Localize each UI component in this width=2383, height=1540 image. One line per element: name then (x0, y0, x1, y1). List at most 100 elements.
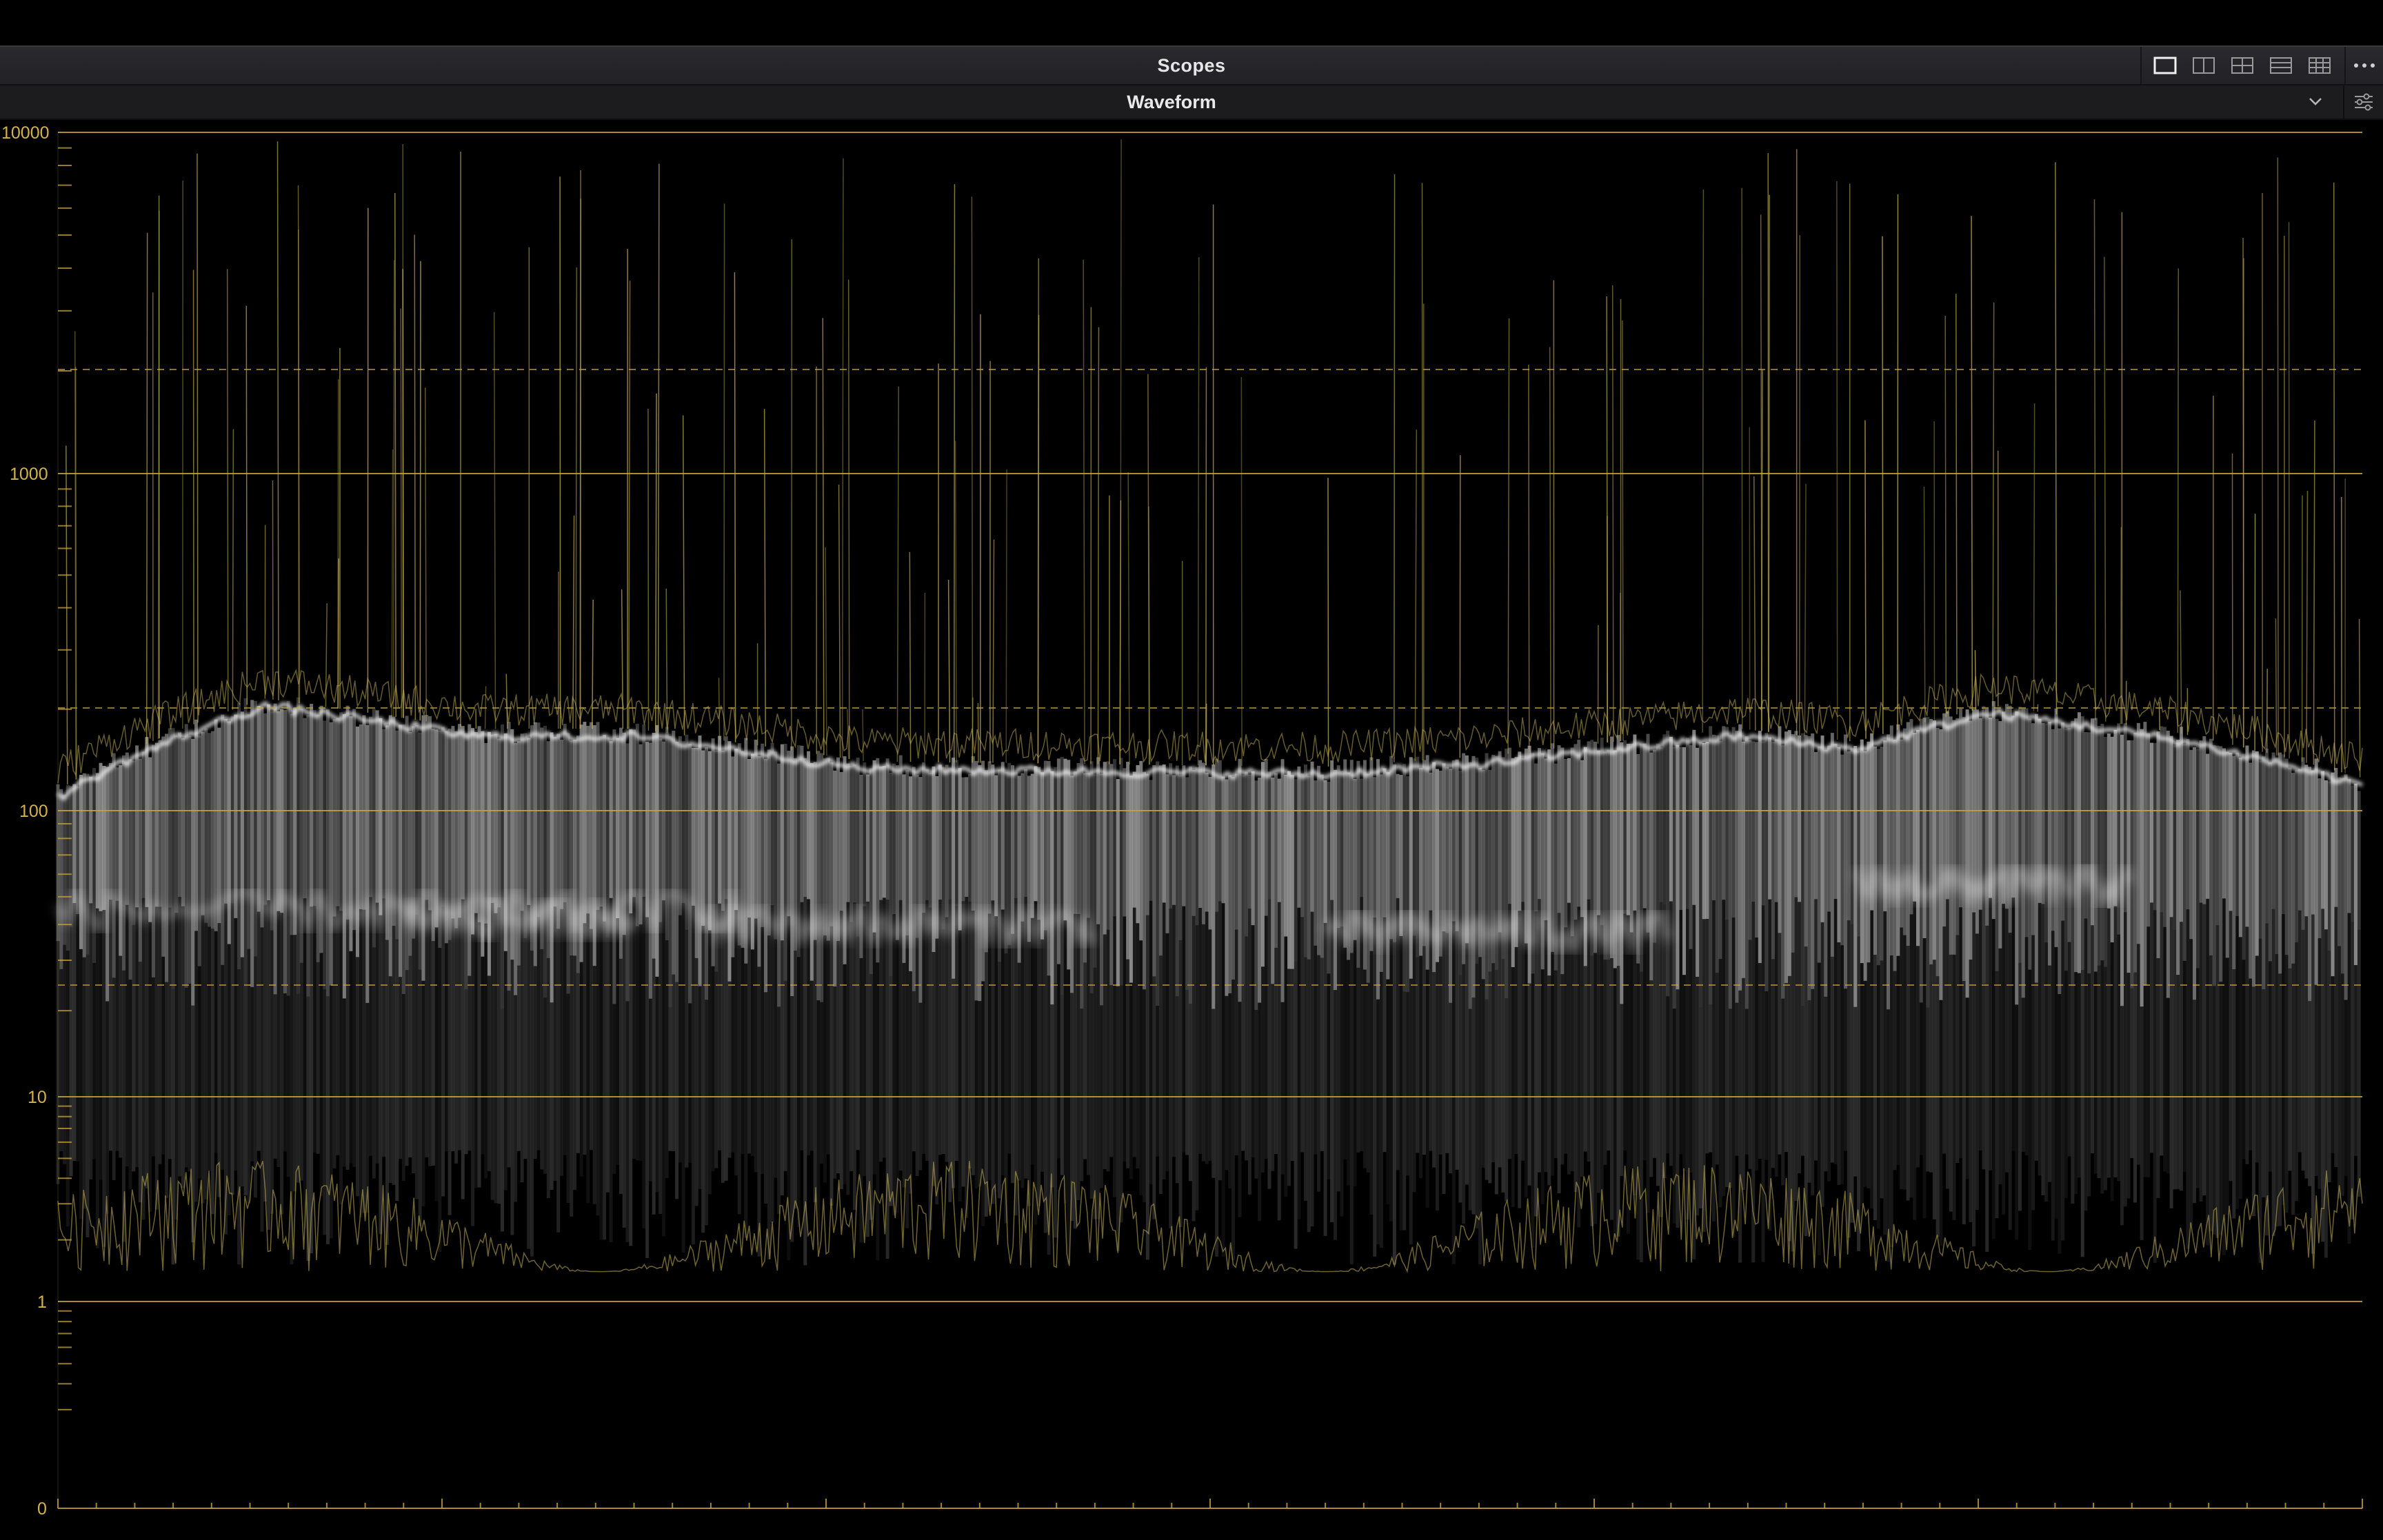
highlight-spike (1864, 420, 1867, 739)
scope-settings-button[interactable] (2343, 85, 2383, 119)
highlight-spike (628, 281, 631, 729)
highlight-spike (947, 580, 951, 762)
highlight-spike (2093, 199, 2096, 720)
highlight-spike (2055, 162, 2058, 715)
tick-label-1: 1 (37, 1293, 47, 1312)
highlight-spike (2120, 527, 2122, 725)
quad-view-icon (2231, 57, 2253, 74)
scope-mode-label: Waveform (1127, 91, 1216, 112)
more-options-button[interactable] (2344, 47, 2383, 84)
highlight-spike (245, 305, 248, 705)
highlight-spike (1944, 315, 1947, 718)
highlight-spike (2306, 491, 2309, 763)
highlight-spike (2242, 237, 2244, 748)
scope-mode-dropdown[interactable]: Waveform (0, 85, 2343, 119)
highlight-spike (1414, 429, 1418, 761)
chevron-down-icon (2309, 98, 2322, 105)
highlight-spike (909, 551, 912, 762)
grid-view-icon (2309, 57, 2331, 74)
highlight-spike (1804, 483, 1807, 736)
two-up-view-button[interactable] (2190, 53, 2218, 78)
highlight-spike (592, 600, 594, 729)
highlight-spike (559, 176, 561, 729)
highlight-spike (1971, 216, 1973, 711)
highlight-spike (2180, 590, 2182, 734)
highlight-spike (1753, 476, 1756, 731)
tick-label-0: 0 (37, 1499, 47, 1519)
highlight-spike (1882, 236, 1884, 734)
highlight-spike (723, 203, 725, 741)
highlight-spike (2158, 701, 2160, 731)
highlight-spike (1005, 469, 1007, 763)
scope-mode-bar: Waveform (0, 85, 2383, 120)
highlight-spike (2266, 669, 2268, 753)
highlight-spike (954, 440, 957, 763)
highlight-spike (657, 163, 660, 732)
stacked-view-icon (2270, 57, 2292, 74)
highlight-spike (838, 484, 841, 758)
highlight-spike (2333, 182, 2335, 771)
highlight-spike (822, 318, 825, 756)
two-up-view-icon (2193, 57, 2215, 74)
single-view-icon (2153, 57, 2177, 74)
highlight-spike (1836, 181, 1838, 740)
highlight-spike (647, 408, 650, 731)
highlight-spike (425, 387, 427, 722)
highlight-spike (493, 312, 496, 729)
highlight-spike (972, 697, 974, 763)
highlight-spike (505, 673, 508, 729)
waveform-trace-density (56, 697, 2361, 1266)
highlight-spike (1083, 259, 1085, 764)
highlight-spike (847, 709, 849, 759)
highlight-spike (66, 445, 68, 785)
tick-label-100: 100 (19, 802, 48, 821)
highlight-spike (145, 232, 148, 744)
highlight-spike (337, 379, 339, 709)
more-options-icon (2354, 63, 2375, 68)
tick-label-10: 10 (28, 1088, 47, 1107)
single-view-button[interactable] (2151, 53, 2179, 78)
highlight-spike (2275, 618, 2278, 756)
highlight-spike (325, 603, 328, 707)
quad-view-button[interactable] (2229, 53, 2256, 78)
highlight-spike (2313, 420, 2315, 765)
bottom-axis-ticks (57, 1499, 2363, 1508)
highlight-spike (276, 141, 279, 700)
highlight-spike (197, 153, 199, 723)
highlight-spike (1955, 294, 1958, 715)
highlight-spike (572, 516, 575, 729)
highlight-spike (391, 449, 394, 716)
highlight-spike (2033, 403, 2035, 711)
highlight-spike (1394, 174, 1396, 762)
highlight-spike (1992, 302, 1995, 706)
highlight-spike (1549, 347, 1551, 749)
highlight-spike (734, 272, 736, 742)
highlight-spike (682, 415, 685, 736)
axis-labels: 10000 1000 100 10 1 0 (1, 123, 50, 1519)
waveform-highlight-spikes (66, 139, 2361, 785)
highlight-spike (665, 588, 668, 733)
highlight-spike (414, 234, 416, 720)
highlight-spike (763, 409, 766, 747)
highlight-spike (1702, 189, 1705, 733)
highlight-spike (1507, 318, 1510, 754)
highlight-spike (1974, 650, 1977, 710)
highlight-spike (1421, 183, 1423, 760)
stacked-view-button[interactable] (2267, 53, 2295, 78)
highlight-spike (2104, 256, 2107, 722)
grid-view-button[interactable] (2306, 53, 2333, 78)
highlight-spike (394, 192, 396, 717)
tick-label-1000: 1000 (10, 465, 48, 484)
panel-title-bar: Scopes (0, 45, 2383, 85)
highlight-spike (825, 547, 827, 756)
highlight-spike (1120, 139, 1122, 764)
toolbar-divider (2140, 47, 2142, 84)
highlight-spike (1327, 478, 1329, 767)
highlight-spike (896, 386, 899, 762)
scope-settings-icon (2355, 93, 2373, 111)
highlight-spike (1127, 472, 1130, 764)
panel-title: Scopes (1157, 54, 1226, 76)
scopes-panel: Scopes Waveform 10000 1000 100 10 1 0 (0, 0, 2383, 1540)
waveform-graph: 10000 1000 100 10 1 0 (1, 123, 2363, 1519)
highlight-spike (1037, 314, 1040, 764)
